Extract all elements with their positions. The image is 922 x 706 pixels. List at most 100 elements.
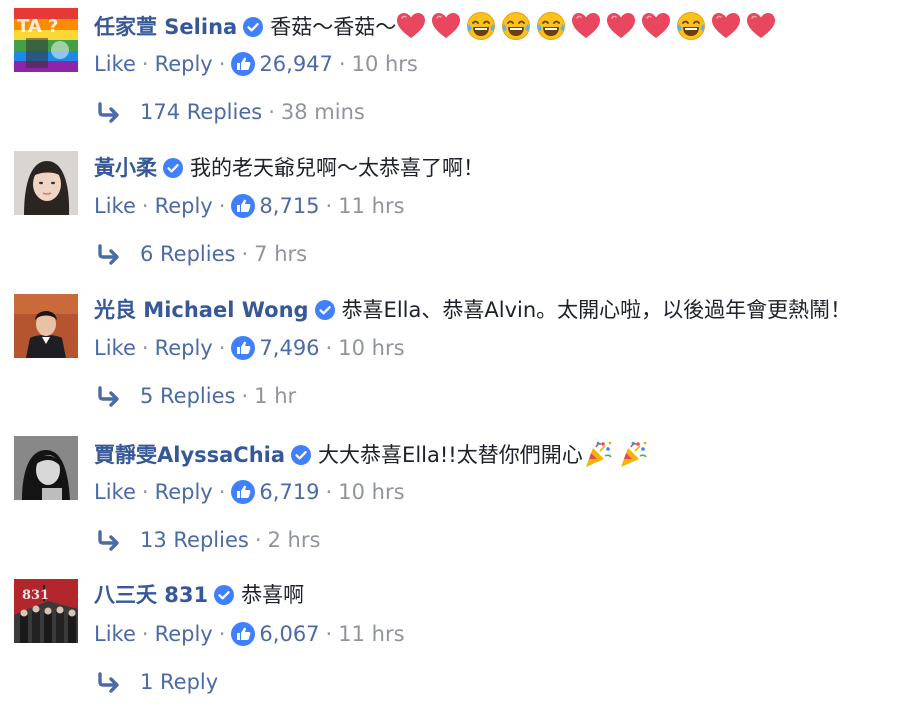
separator: ·	[254, 528, 262, 552]
thumbs-up-icon[interactable]	[231, 336, 255, 360]
replies-count[interactable]: 174 Replies	[140, 100, 262, 124]
replies-timestamp: 2 hrs	[267, 528, 321, 552]
replies-count[interactable]: 5 Replies	[140, 384, 235, 408]
reply-button[interactable]: Reply	[155, 622, 213, 646]
comment-actions: Like · Reply · 26,947 · 10 hrs	[94, 50, 418, 78]
timestamp[interactable]: 11 hrs	[338, 622, 404, 646]
heart-icon	[431, 11, 461, 41]
party-popper-icon	[618, 439, 648, 469]
verified-badge-icon	[243, 17, 263, 37]
replies-timestamp: 7 hrs	[254, 242, 308, 266]
separator: ·	[141, 622, 149, 646]
avatar[interactable]: TA ?	[14, 8, 78, 72]
reply-arrow-icon	[96, 243, 122, 265]
replies-link[interactable]: 174 Replies · 38 mins	[96, 98, 365, 126]
laugh-cry-icon	[536, 11, 566, 41]
author-name[interactable]: 賈靜雯AlyssaChia	[94, 443, 285, 467]
reply-arrow-icon	[96, 101, 122, 123]
comment-text: 我的老天爺兒啊～太恭喜了啊！	[190, 156, 484, 180]
replies-timestamp: 1 hr	[254, 384, 297, 408]
thumbs-up-icon[interactable]	[231, 480, 255, 504]
like-count[interactable]: 6,067	[259, 622, 319, 646]
laugh-cry-icon	[676, 11, 706, 41]
like-button[interactable]: Like	[94, 336, 136, 360]
like-button[interactable]: Like	[94, 622, 136, 646]
heart-icon	[396, 11, 426, 41]
replies-count[interactable]: 1 Reply	[140, 670, 218, 694]
separator: ·	[325, 622, 333, 646]
emoji-row	[583, 443, 653, 467]
separator: ·	[268, 100, 275, 124]
verified-badge-icon	[214, 585, 234, 605]
heart-icon	[606, 11, 636, 41]
reply-button[interactable]: Reply	[155, 336, 213, 360]
separator: ·	[338, 52, 346, 76]
replies-link[interactable]: 1 Reply	[96, 668, 218, 696]
comment-text: 恭喜Ella、恭喜Alvin。太開心啦，以後過年會更熱鬧！	[341, 298, 852, 322]
separator: ·	[325, 336, 333, 360]
reply-arrow-icon	[96, 385, 122, 407]
timestamp[interactable]: 10 hrs	[338, 336, 404, 360]
avatar[interactable]: 831	[14, 579, 78, 643]
reply-button[interactable]: Reply	[155, 480, 213, 504]
replies-link[interactable]: 13 Replies · 2 hrs	[96, 526, 320, 554]
reply-button[interactable]: Reply	[155, 194, 213, 218]
comment-header: 八三夭 831 恭喜啊	[94, 581, 304, 609]
heart-icon	[746, 11, 776, 41]
avatar[interactable]	[14, 436, 78, 500]
avatar[interactable]	[14, 294, 78, 358]
timestamp[interactable]: 11 hrs	[338, 194, 404, 218]
replies-count[interactable]: 13 Replies	[140, 528, 249, 552]
comment-text: 香菇～香菇～	[270, 15, 397, 39]
reply-button[interactable]: Reply	[155, 52, 213, 76]
party-popper-icon	[583, 439, 613, 469]
like-button[interactable]: Like	[94, 52, 136, 76]
comment-actions: Like · Reply · 6,067 · 11 hrs	[94, 620, 405, 648]
thumbs-up-icon[interactable]	[231, 52, 255, 76]
svg-text:TA: TA	[17, 16, 42, 37]
like-button[interactable]: Like	[94, 480, 136, 504]
like-count[interactable]: 6,719	[259, 480, 319, 504]
author-name[interactable]: 八三夭 831	[94, 583, 208, 607]
comment-text: 恭喜啊	[241, 583, 305, 607]
svg-text:?: ?	[48, 16, 58, 37]
author-name[interactable]: 黃小柔	[94, 156, 157, 180]
timestamp[interactable]: 10 hrs	[352, 52, 418, 76]
reply-arrow-icon	[96, 529, 122, 551]
like-button[interactable]: Like	[94, 194, 136, 218]
separator: ·	[218, 336, 226, 360]
comment-actions: Like · Reply · 7,496 · 10 hrs	[94, 334, 405, 362]
separator: ·	[218, 52, 226, 76]
comment-text: 大大恭喜Ella!!太替你們開心	[318, 443, 583, 467]
like-count[interactable]: 26,947	[259, 52, 332, 76]
separator: ·	[218, 194, 226, 218]
like-count[interactable]: 7,496	[259, 336, 319, 360]
comment-actions: Like · Reply · 8,715 · 11 hrs	[94, 192, 405, 220]
heart-icon	[711, 11, 741, 41]
replies-timestamp: 38 mins	[280, 100, 365, 124]
separator: ·	[218, 622, 226, 646]
replies-link[interactable]: 6 Replies · 7 hrs	[96, 240, 307, 268]
separator: ·	[141, 336, 149, 360]
replies-link[interactable]: 5 Replies · 1 hr	[96, 382, 296, 410]
replies-count[interactable]: 6 Replies	[140, 242, 235, 266]
author-name[interactable]: 光良 Michael Wong	[94, 298, 309, 322]
author-name[interactable]: 任家萱 Selina	[94, 15, 237, 39]
timestamp[interactable]: 10 hrs	[338, 480, 404, 504]
separator: ·	[241, 242, 249, 266]
separator: ·	[325, 194, 333, 218]
separator: ·	[241, 384, 249, 408]
separator: ·	[141, 480, 149, 504]
separator: ·	[218, 480, 226, 504]
verified-badge-icon	[315, 300, 335, 320]
thumbs-up-icon[interactable]	[231, 194, 255, 218]
separator: ·	[141, 52, 149, 76]
laugh-cry-icon	[501, 11, 531, 41]
svg-text:831: 831	[22, 588, 49, 603]
laugh-cry-icon	[466, 11, 496, 41]
avatar[interactable]	[14, 151, 78, 215]
separator: ·	[325, 480, 333, 504]
like-count[interactable]: 8,715	[259, 194, 319, 218]
thumbs-up-icon[interactable]	[231, 622, 255, 646]
separator: ·	[141, 194, 149, 218]
